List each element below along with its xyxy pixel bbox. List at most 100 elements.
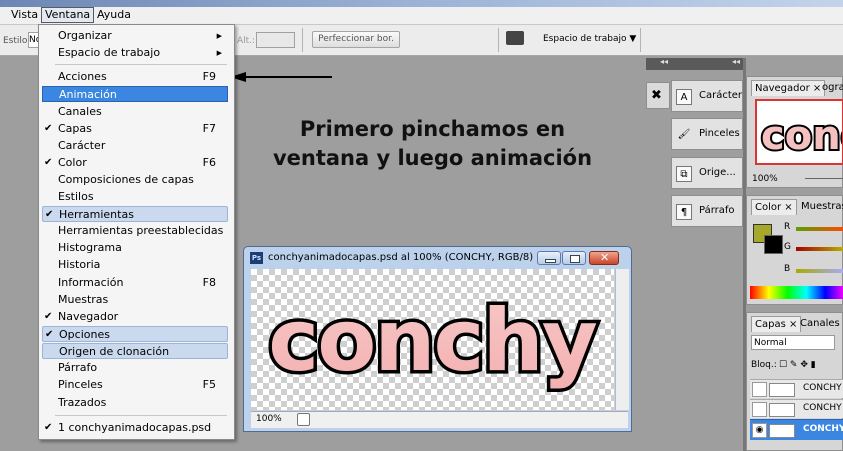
window-title-strip bbox=[0, 0, 843, 7]
estilo-label: Estilo: bbox=[3, 36, 31, 46]
panel-dock-header: ◂◂ ◂◂ bbox=[646, 57, 743, 70]
tab-histograma[interactable]: ograr bbox=[822, 82, 843, 93]
photoshop-icon: Ps bbox=[250, 252, 263, 264]
layer-row[interactable]: CONCHY bbox=[750, 399, 843, 418]
tab-color[interactable]: Color × bbox=[751, 199, 797, 215]
zoom-slider[interactable] bbox=[805, 178, 843, 179]
shortcut-label: F9 bbox=[202, 70, 216, 83]
menu-item-organizar[interactable]: Organizar ▶ bbox=[42, 28, 228, 44]
menu-item-muestras[interactable]: Muestras bbox=[42, 292, 228, 308]
menu-item-navegador[interactable]: ✔ Navegador bbox=[42, 309, 228, 325]
caption-line-2: ventana y luego animación bbox=[272, 146, 593, 170]
menu-item-recent-file[interactable]: ✔ 1 conchyanimadocapas.psd bbox=[42, 420, 228, 436]
wrench-icon: ✖ bbox=[651, 88, 662, 103]
pinceles-panel-button[interactable]: 🖌 Pinceles bbox=[671, 118, 743, 150]
caption-line-1: Primero pinchamos en bbox=[299, 117, 566, 141]
menu-item-label: Pinceles bbox=[58, 378, 103, 391]
origen-panel-button[interactable]: ⧉ Orige... bbox=[671, 157, 743, 189]
navigator-panel: Navegador × ograr conc 100% bbox=[746, 76, 843, 188]
camera-icon[interactable] bbox=[506, 31, 524, 45]
workspace-button[interactable]: Espacio de trabajo ▼ bbox=[543, 34, 636, 44]
vertical-scrollbar[interactable] bbox=[615, 269, 629, 410]
tab-canales[interactable]: Canales bbox=[800, 318, 840, 329]
close-button[interactable]: ✕ bbox=[589, 251, 619, 265]
checkmark-icon: ✔ bbox=[44, 123, 53, 134]
tool-panel-button[interactable]: ✖ bbox=[646, 82, 670, 109]
menu-item-composiciones[interactable]: Composiciones de capas bbox=[42, 172, 228, 188]
menu-item-label: Composiciones de capas bbox=[58, 173, 194, 186]
menu-item-label: Origen de clonación bbox=[59, 345, 170, 358]
menu-item-canales[interactable]: Canales bbox=[42, 104, 228, 120]
menu-item-origen-de-clonacion[interactable]: Origen de clonación bbox=[42, 343, 228, 359]
minimize-icon bbox=[545, 259, 556, 263]
menu-item-label: Herramientas preestablecidas bbox=[58, 224, 224, 237]
layer-row[interactable]: CONCHY bbox=[750, 379, 843, 398]
navigator-zoom[interactable]: 100% bbox=[752, 174, 778, 184]
color-spectrum[interactable] bbox=[750, 286, 843, 299]
menu-item-opciones[interactable]: ✔ Opciones bbox=[42, 326, 228, 342]
menu-item-parrafo[interactable]: Párrafo bbox=[42, 360, 228, 376]
image-canvas[interactable]: conchy bbox=[251, 269, 614, 410]
menu-ayuda[interactable]: Ayuda bbox=[94, 8, 134, 22]
menu-item-acciones[interactable]: Acciones F9 bbox=[42, 69, 228, 85]
r-slider[interactable] bbox=[796, 227, 843, 231]
menu-item-herramientas[interactable]: ✔ Herramientas bbox=[42, 206, 228, 222]
layer-thumbnail bbox=[769, 403, 795, 417]
conchy-artwork: conchy bbox=[265, 288, 602, 395]
lock-icons[interactable]: ☐ ✎ ✥ ▮ bbox=[779, 360, 816, 370]
collapse-icon[interactable]: ◂◂ bbox=[732, 57, 740, 66]
menu-item-informacion[interactable]: Información F8 bbox=[42, 275, 228, 291]
menu-item-pinceles[interactable]: Pinceles F5 bbox=[42, 377, 228, 393]
minimize-button[interactable] bbox=[537, 251, 561, 265]
document-title: conchyanimadocapas.psd al 100% (CONCHY, … bbox=[268, 252, 534, 263]
background-color-swatch[interactable] bbox=[764, 235, 783, 254]
menu-item-herramientas-preestablecidas[interactable]: Herramientas preestablecidas bbox=[42, 223, 228, 239]
navigator-thumbnail[interactable]: conc bbox=[755, 99, 843, 165]
menu-item-color[interactable]: ✔ Color F6 bbox=[42, 155, 228, 171]
g-slider[interactable] bbox=[796, 247, 843, 251]
menu-item-trazados[interactable]: Trazados bbox=[42, 395, 228, 411]
perfeccionar-button[interactable]: Perfeccionar bor. bbox=[312, 31, 400, 48]
document-window[interactable]: Ps conchyanimadocapas.psd al 100% (CONCH… bbox=[243, 246, 632, 432]
tab-navegador[interactable]: Navegador × bbox=[751, 80, 826, 96]
tab-capas[interactable]: Capas × bbox=[751, 316, 802, 332]
origen-label: Orige... bbox=[699, 167, 736, 178]
eye-icon[interactable]: ◉ bbox=[752, 423, 767, 438]
parrafo-label: Párrafo bbox=[699, 205, 735, 216]
maximize-button[interactable] bbox=[562, 251, 586, 265]
menu-item-capas[interactable]: ✔ Capas F7 bbox=[42, 121, 228, 137]
visibility-toggle[interactable] bbox=[752, 382, 767, 397]
checkmark-icon: ✔ bbox=[45, 209, 54, 220]
menu-item-label: Acciones bbox=[58, 70, 107, 83]
submenu-arrow-icon: ▶ bbox=[216, 49, 222, 57]
thumbnail-text: conc bbox=[761, 113, 843, 159]
menu-item-caracter[interactable]: Carácter bbox=[42, 138, 228, 154]
caracter-panel-button[interactable]: A Carácter bbox=[671, 80, 743, 112]
menu-item-histograma[interactable]: Histograma bbox=[42, 240, 228, 256]
menu-item-historia[interactable]: Historia bbox=[42, 257, 228, 273]
menu-item-animacion[interactable]: Animación bbox=[42, 86, 228, 102]
blend-mode-select[interactable]: Normal bbox=[751, 335, 835, 350]
menu-item-label: Estilos bbox=[58, 190, 94, 203]
collapse-icon[interactable]: ◂◂ bbox=[660, 57, 668, 66]
zoom-level[interactable]: 100% bbox=[256, 414, 282, 424]
checkmark-icon: ✔ bbox=[44, 311, 53, 322]
alt-field[interactable] bbox=[256, 32, 295, 48]
shortcut-label: F6 bbox=[202, 156, 216, 169]
menu-item-label: Color bbox=[58, 156, 87, 169]
submenu-arrow-icon: ▶ bbox=[216, 32, 222, 40]
parrafo-panel-button[interactable]: ¶ Párrafo bbox=[671, 195, 743, 227]
status-menu-icon[interactable] bbox=[297, 413, 310, 426]
tab-muestras[interactable]: Muestras bbox=[801, 201, 843, 212]
visibility-toggle[interactable] bbox=[752, 402, 767, 417]
character-icon: A bbox=[676, 89, 692, 105]
menu-vista[interactable]: Vista bbox=[8, 8, 41, 22]
b-label: B bbox=[784, 264, 791, 274]
layer-thumbnail bbox=[769, 383, 795, 397]
menu-item-espacio-de-trabajo[interactable]: Espacio de trabajo ▶ bbox=[42, 45, 228, 61]
layer-row-selected[interactable]: ◉ CONCHY bbox=[750, 419, 843, 440]
pinceles-label: Pinceles bbox=[699, 128, 740, 139]
menu-ventana[interactable]: Ventana bbox=[41, 7, 95, 23]
b-slider[interactable] bbox=[796, 269, 843, 273]
menu-item-estilos[interactable]: Estilos bbox=[42, 189, 228, 205]
